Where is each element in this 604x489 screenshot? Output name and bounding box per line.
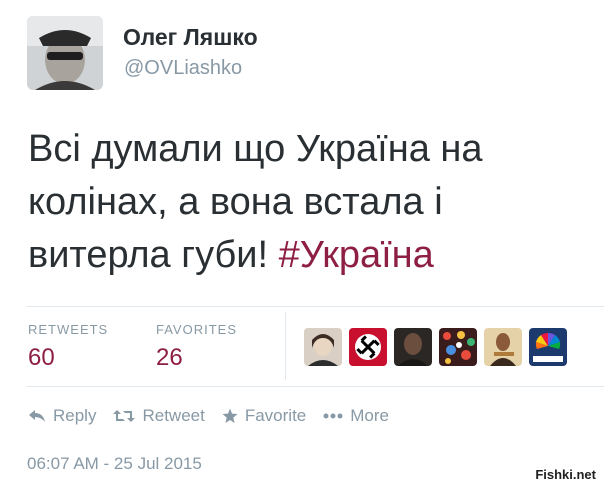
retweets-label: RETWEETS — [28, 322, 109, 337]
stats-top-divider — [27, 306, 604, 307]
tweet-actions: Reply Retweet Favorite More — [28, 406, 406, 426]
hashtag-link[interactable]: #Україна — [279, 234, 434, 276]
retweet-icon — [113, 410, 136, 422]
reply-button[interactable]: Reply — [28, 406, 96, 426]
dark-person-avatar-icon[interactable] — [394, 328, 432, 366]
tweet-timestamp[interactable]: 06:07 AM - 25 Jul 2015 — [27, 454, 202, 474]
more-label: More — [350, 406, 389, 425]
favorites-label: FAVORITES — [156, 322, 237, 337]
watermark: Fishki.net — [535, 467, 596, 482]
person-avatar-icon[interactable] — [304, 328, 342, 366]
retweets-stat[interactable]: RETWEETS 60 — [28, 322, 108, 372]
reply-icon — [29, 410, 45, 422]
more-button[interactable]: More — [323, 406, 389, 426]
star-icon — [222, 408, 238, 423]
reply-label: Reply — [53, 406, 97, 425]
favoriter-avatars — [304, 328, 567, 366]
stats-bottom-divider — [27, 386, 604, 387]
swastika-avatar-icon[interactable] — [349, 328, 387, 366]
retweet-button[interactable]: Retweet — [113, 406, 205, 426]
colorful-pattern-avatar-icon[interactable] — [439, 328, 477, 366]
guitarist-avatar-icon[interactable] — [484, 328, 522, 366]
stats-separator — [285, 312, 286, 380]
retweet-label: Retweet — [142, 406, 205, 425]
nbc-news-avatar-icon[interactable] — [529, 328, 567, 366]
tweet-text: Всі думали що Україна на колінах, а вона… — [28, 123, 588, 282]
retweets-count: 60 — [28, 344, 55, 371]
favorites-stat[interactable]: FAVORITES 26 — [156, 322, 237, 372]
favorite-button[interactable]: Favorite — [222, 406, 306, 426]
author-avatar[interactable] — [27, 16, 103, 90]
favorites-count: 26 — [156, 344, 183, 371]
more-dots-icon — [323, 413, 343, 419]
author-name[interactable]: Олег Ляшко — [123, 24, 258, 51]
author-handle[interactable]: @OVLiashko — [124, 57, 242, 80]
favorite-label: Favorite — [244, 406, 307, 425]
